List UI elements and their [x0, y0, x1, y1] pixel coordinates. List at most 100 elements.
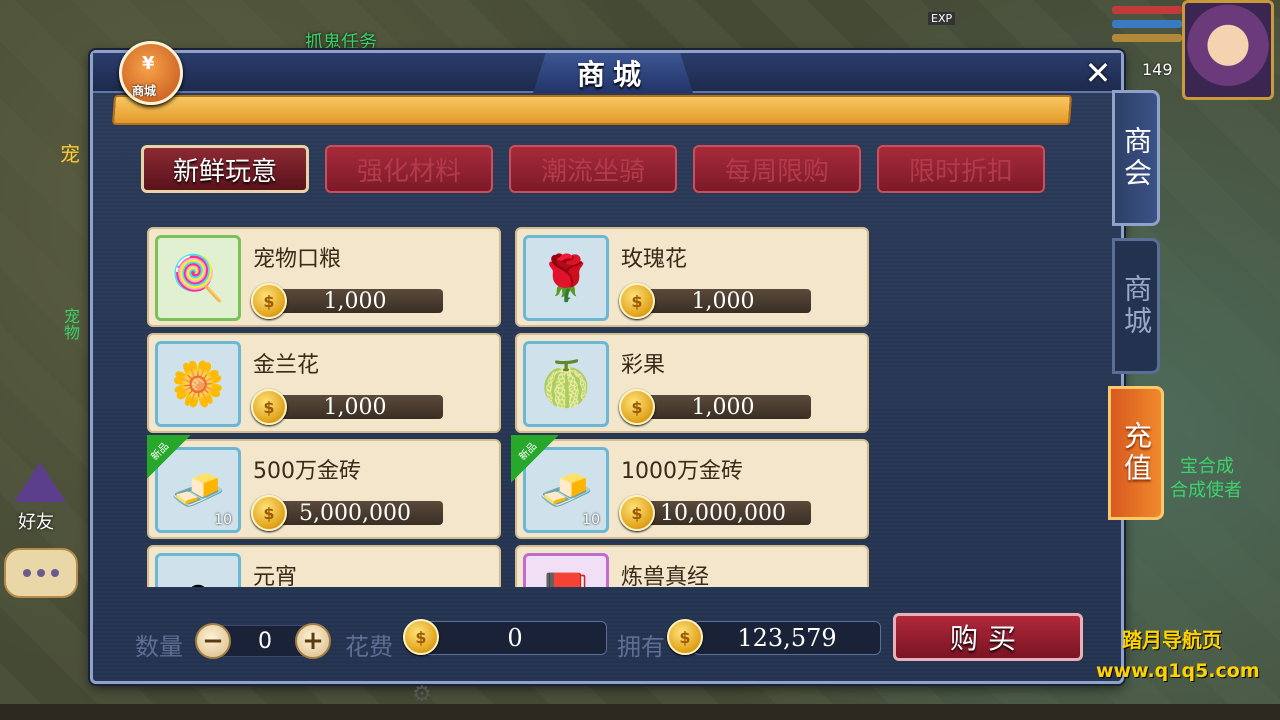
item-thumb: 📕 [523, 553, 609, 587]
watermark-url: www.q1q5.com [1096, 660, 1260, 682]
watermark-title: 踏月导航页 [1122, 628, 1222, 652]
increase-quantity-button[interactable]: + [295, 623, 331, 659]
coin-icon: $ [403, 619, 439, 655]
yen-glyph: ¥ [142, 53, 155, 74]
item-quantity: 10 [582, 512, 600, 528]
coin-icon: $ [619, 389, 655, 425]
pet-side-label: 宠 [60, 142, 80, 166]
item-card[interactable]: 📕 炼兽真经 [515, 545, 869, 587]
tab-enhance-materials[interactable]: 强化材料 [325, 145, 493, 193]
tab-time-discount[interactable]: 限时折扣 [877, 145, 1045, 193]
npc-name-line1: 宝合成 [1180, 456, 1234, 477]
dialog-title: 商城 [576, 58, 649, 91]
bottom-hud-strip [0, 704, 1280, 720]
item-thumb: 🌼 [155, 341, 241, 427]
item-price: 1,000 [267, 395, 443, 420]
item-thumb: 🍈 [523, 341, 609, 427]
item-card[interactable]: 🌼 金兰花 1,000 $ [147, 333, 501, 433]
shop-dialog: 商城 ✕ ¥ 商城 新鲜玩意 强化材料 潮流坐骑 每周限购 限时折扣 🍭 宠物口… [90, 41, 1124, 684]
coin-icon: $ [619, 495, 655, 531]
purchase-bar: 数量 0 − + 花费 0 $ 拥有 123,579 $ 购买 [93, 613, 1121, 673]
decorative-scroll-banner [111, 95, 1073, 125]
quantity-label: 数量 [135, 633, 183, 661]
item-name: 宠物口粮 [253, 247, 342, 272]
shop-badge-icon: ¥ 商城 [119, 41, 183, 105]
tab-trendy-mounts[interactable]: 潮流坐骑 [509, 145, 677, 193]
rose-icon: 🌹 [538, 253, 594, 304]
item-name: 元宵 [253, 565, 298, 587]
chat-button[interactable] [4, 548, 78, 598]
new-tag-label: 新品 [149, 440, 172, 463]
coin-icon: $ [251, 389, 287, 425]
coin-icon: $ [251, 283, 287, 319]
item-thumb: 🌹 [523, 235, 609, 321]
item-price: 5,000,000 [267, 501, 443, 526]
item-card[interactable]: 🍈 彩果 1,000 $ [515, 333, 869, 433]
item-price: 1,000 [635, 395, 811, 420]
item-name: 炼兽真经 [621, 565, 710, 587]
coin-icon: $ [667, 619, 703, 655]
npc-name-line2: 合成使者 [1170, 480, 1242, 501]
pet-side-label-2: 宠物 [61, 308, 80, 340]
item-quantity: 10 [214, 512, 232, 528]
item-card[interactable]: 🌹 玫瑰花 1,000 $ [515, 227, 869, 327]
item-name: 500万金砖 [253, 459, 361, 484]
item-name: 彩果 [621, 353, 666, 378]
tab-weekly-limited[interactable]: 每周限购 [693, 145, 861, 193]
mp-bar [1112, 20, 1182, 28]
item-thumb: 🍭 [155, 235, 241, 321]
exp-label: EXP [928, 12, 956, 25]
rice-ball-icon: ⚪ [180, 571, 217, 588]
lollipop-icon: 🍭 [170, 253, 226, 304]
item-price: 1,000 [267, 289, 443, 314]
side-tab-guild[interactable]: 商会 [1112, 90, 1160, 226]
item-grid: 🍭 宠物口粮 1,000 $ 🌹 玫瑰花 1,000 $ 🌼 金兰花 1,000… [147, 227, 871, 587]
cost-value-box: 0 [423, 621, 607, 655]
item-card[interactable]: ⚪ 元宵 [147, 545, 501, 587]
side-tab-recharge[interactable]: 充值 [1108, 386, 1164, 520]
decrease-quantity-button[interactable]: − [195, 623, 231, 659]
player-status-bars [1112, 6, 1182, 48]
item-name: 金兰花 [253, 353, 320, 378]
side-tab-mall[interactable]: 商城 [1112, 238, 1160, 374]
new-tag-badge: 新品 [511, 435, 559, 483]
coin-icon: $ [251, 495, 287, 531]
cost-value: 0 [507, 624, 523, 652]
scripture-icon: 📕 [539, 570, 594, 587]
item-thumb: ⚪ [155, 553, 241, 587]
new-tag-label: 新品 [517, 440, 540, 463]
wizard-hat-icon [14, 462, 66, 502]
title-plate: 商城 [533, 53, 693, 93]
item-price: 1,000 [635, 289, 811, 314]
buy-button[interactable]: 购买 [893, 613, 1083, 661]
gold-flower-icon: 🌼 [170, 359, 226, 410]
owned-value: 123,579 [737, 624, 837, 652]
gear-icon[interactable]: ⚙ [412, 682, 432, 707]
chat-dot-icon [23, 569, 31, 577]
chat-dot-icon [37, 569, 45, 577]
shop-badge-label: 商城 [132, 84, 157, 98]
chat-dot-icon [51, 569, 59, 577]
dialog-title-bar: 商城 ✕ [93, 53, 1121, 93]
friends-button[interactable]: 好友 [4, 462, 76, 534]
anger-bar [1112, 34, 1182, 42]
owned-label: 拥有 [617, 633, 665, 661]
item-name: 玫瑰花 [621, 247, 688, 272]
item-card[interactable]: 🧈 10 新品 500万金砖 5,000,000 $ [147, 435, 501, 539]
quantity-value: 0 [258, 628, 272, 654]
rainbow-fruit-icon: 🍈 [538, 359, 594, 410]
category-tabs: 新鲜玩意 强化材料 潮流坐骑 每周限购 限时折扣 [141, 145, 1045, 193]
item-card[interactable]: 🍭 宠物口粮 1,000 $ [147, 227, 501, 327]
hp-bar [1112, 6, 1182, 14]
item-card[interactable]: 🧈 10 新品 1000万金砖 10,000,000 $ [511, 435, 869, 539]
player-avatar[interactable] [1182, 0, 1274, 100]
player-level: 149 [1142, 60, 1173, 79]
owned-value-box: 123,579 [693, 621, 881, 655]
item-name: 1000万金砖 [621, 459, 743, 484]
close-button[interactable]: ✕ [1081, 57, 1115, 91]
cost-label: 花费 [345, 633, 393, 661]
new-tag-badge: 新品 [147, 435, 191, 483]
friends-label: 好友 [18, 512, 54, 533]
item-price: 10,000,000 [635, 501, 811, 526]
tab-fresh-novelties[interactable]: 新鲜玩意 [141, 145, 309, 193]
